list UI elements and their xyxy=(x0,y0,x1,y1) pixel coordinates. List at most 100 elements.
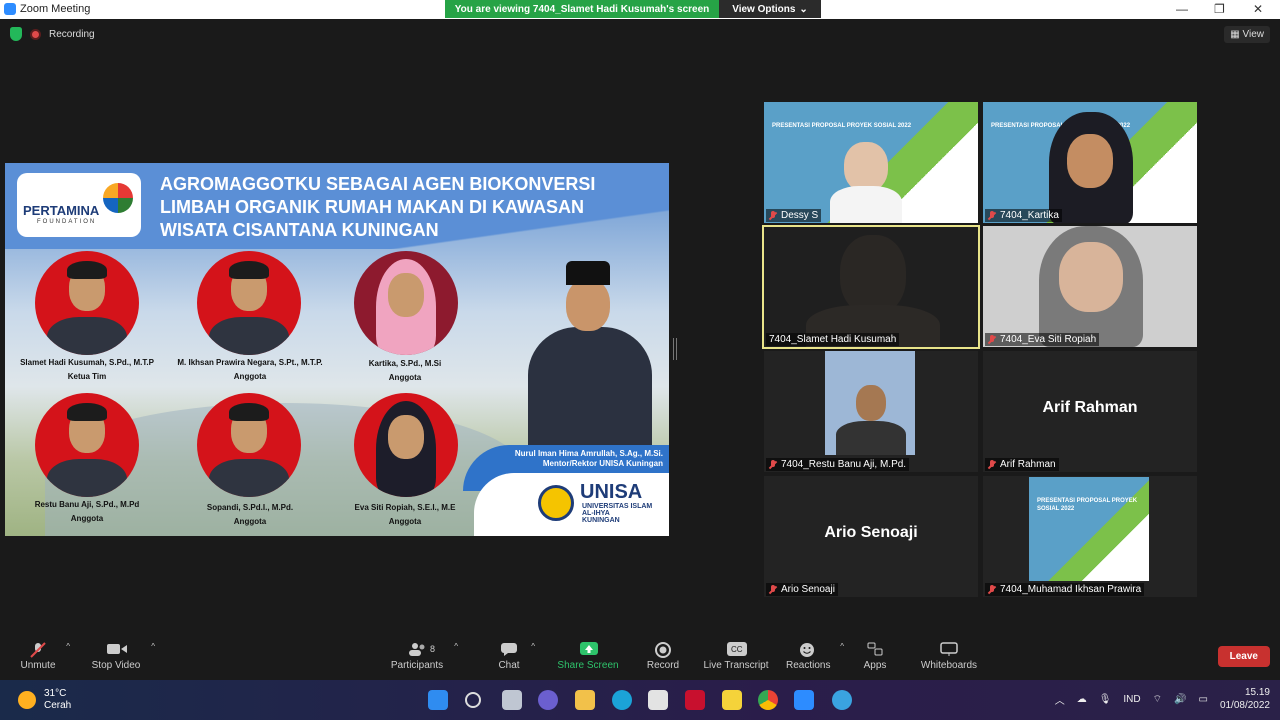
caret-up-icon[interactable]: ^ xyxy=(66,642,70,651)
record-button[interactable]: Record xyxy=(646,642,680,671)
recording-label[interactable]: Recording xyxy=(49,29,95,40)
close-button[interactable]: ✕ xyxy=(1253,2,1263,16)
stop-video-button[interactable]: Stop Video ^ xyxy=(91,642,155,671)
video-tile[interactable]: PRESENTASI PROPOSAL PROYEK SOSIAL 2022 7… xyxy=(983,476,1197,597)
video-tile[interactable]: PRESENTASI PROPOSAL PROYEK SOSIAL 2022 7… xyxy=(983,102,1197,223)
tile-name: 7404_Kartika xyxy=(985,209,1062,222)
viewing-banner: You are viewing 7404_Slamet Hadi Kusumah… xyxy=(445,0,821,18)
member-label: Slamet Hadi Kusumah, S.Pd., M.T.P Ketua T… xyxy=(20,358,154,381)
reactions-button[interactable]: Reactions ^ xyxy=(786,642,844,671)
shield-icon[interactable] xyxy=(10,27,22,41)
view-options-button[interactable]: View Options ⌄ xyxy=(719,0,821,18)
mcafee-icon[interactable] xyxy=(685,690,705,710)
video-camera-icon xyxy=(107,642,127,656)
live-transcript-button[interactable]: CC Live Transcript xyxy=(702,642,770,671)
zoom-taskbar-icon[interactable] xyxy=(794,690,814,710)
microsoft-store-icon[interactable] xyxy=(648,690,668,710)
whiteboards-button[interactable]: Whiteboards xyxy=(920,642,978,671)
caret-up-icon[interactable]: ^ xyxy=(151,642,155,651)
video-tile[interactable]: PRESENTASI PROPOSAL PROYEK SOSIAL 2022 D… xyxy=(764,102,978,223)
sun-icon xyxy=(18,691,36,709)
mentor-photo xyxy=(520,261,660,447)
member-label: Kartika, S.Pd., M.Si Anggota xyxy=(368,359,442,382)
tile-display-name: Ario Senoaji xyxy=(824,524,918,541)
unmute-button[interactable]: Unmute ^ xyxy=(20,642,70,671)
shared-screen: PERTAMINA FOUNDATION AGROMAGGOTKU SEBAGA… xyxy=(5,163,669,536)
weather-widget[interactable]: 31°C Cerah xyxy=(18,688,71,712)
weather-desc: Cerah xyxy=(44,700,72,711)
clock-time: 15.19 xyxy=(1244,687,1270,698)
video-tile[interactable]: 7404_Eva Siti Ropiah xyxy=(983,226,1197,347)
unisa-seal-icon xyxy=(538,485,574,521)
zoom-logo-icon xyxy=(4,3,16,15)
svg-text:CC: CC xyxy=(731,645,743,654)
share-screen-button[interactable]: Share Screen xyxy=(557,642,619,671)
caret-up-icon[interactable]: ^ xyxy=(840,642,844,651)
apps-button[interactable]: Apps xyxy=(862,642,888,671)
participants-button[interactable]: 8 Participants ^ xyxy=(390,642,458,671)
slide-title: AGROMAGGOTKU SEBAGAI AGEN BIOKONVERSI LI… xyxy=(160,174,596,240)
tile-name: Ario Senoaji xyxy=(766,583,838,596)
caret-up-icon[interactable]: ^ xyxy=(454,642,458,651)
logo-text: PERTAMINA xyxy=(23,203,100,218)
mentor-name: Nurul Iman Hima Amrullah, S.Ag., M.Si. xyxy=(514,449,663,458)
mic-muted-icon xyxy=(29,642,47,658)
tile-name: Arif Rahman xyxy=(985,458,1059,471)
video-tile[interactable]: 7404_Restu Banu Aji, M.Pd. xyxy=(764,351,978,472)
video-tile-active-speaker[interactable]: 7404_Slamet Hadi Kusumah xyxy=(762,225,980,349)
mic-muted-icon xyxy=(988,210,996,221)
globe-app-icon[interactable] xyxy=(832,690,852,710)
mic-muted-icon xyxy=(988,459,996,470)
chevron-down-icon: ⌄ xyxy=(799,3,808,15)
wifi-icon[interactable]: ⌔ xyxy=(1153,693,1162,706)
edge-browser-icon[interactable] xyxy=(612,690,632,710)
language-indicator[interactable]: IND xyxy=(1123,694,1140,705)
share-screen-icon xyxy=(579,642,598,656)
speaker-icon[interactable]: 🔊 xyxy=(1174,694,1186,705)
video-tile[interactable]: Arif Rahman Arif Rahman xyxy=(983,351,1197,472)
mic-muted-icon xyxy=(769,210,777,221)
tile-name: 7404_Eva Siti Ropiah xyxy=(985,333,1100,346)
search-icon[interactable] xyxy=(465,692,481,708)
caret-up-icon[interactable]: ^ xyxy=(531,642,535,651)
mic-muted-icon xyxy=(769,459,777,470)
view-label: View xyxy=(1242,29,1265,40)
chat-button[interactable]: Chat ^ xyxy=(497,642,535,671)
clock[interactable]: 15.19 01/08/2022 xyxy=(1220,686,1270,712)
cloud-icon[interactable]: ☁ xyxy=(1077,694,1087,705)
whiteboard-icon xyxy=(940,642,958,656)
emoji-icon xyxy=(799,642,817,657)
logo-subtext: FOUNDATION xyxy=(37,219,97,225)
member-label: Restu Banu Aji, S.Pd., M.Pd Anggota xyxy=(34,500,140,523)
chrome-icon[interactable] xyxy=(758,690,778,710)
task-view-icon[interactable] xyxy=(502,690,522,710)
mic-muted-icon xyxy=(988,584,996,595)
member-photo xyxy=(197,251,301,355)
viewing-label: You are viewing 7404_Slamet Hadi Kusumah… xyxy=(445,0,719,18)
battery-icon[interactable]: ▭ xyxy=(1198,694,1207,705)
apps-icon xyxy=(866,642,884,656)
maximize-button[interactable]: ❐ xyxy=(1214,2,1225,16)
file-explorer-icon[interactable] xyxy=(575,690,595,710)
split-resize-handle[interactable] xyxy=(673,338,677,360)
chat-icon xyxy=(500,642,518,656)
chevron-up-icon[interactable]: ︿ xyxy=(1055,692,1065,707)
leave-button[interactable]: Leave xyxy=(1217,646,1270,667)
tile-name: 7404_Restu Banu Aji, M.Pd. xyxy=(766,458,910,471)
unisa-subtitle: UNIVERSITAS ISLAM AL-IHYA KUNINGAN xyxy=(582,503,653,524)
windows-start-icon[interactable] xyxy=(428,690,448,710)
weather-temp: 31°C xyxy=(44,688,67,699)
member-photo xyxy=(35,393,139,497)
video-tile[interactable]: Ario Senoaji Ario Senoaji xyxy=(764,476,978,597)
microphone-icon[interactable]: 🎙 xyxy=(1099,694,1112,705)
tile-display-name: Arif Rahman xyxy=(1042,399,1138,416)
tile-name: 7404_Slamet Hadi Kusumah xyxy=(766,333,900,346)
app-title: Zoom Meeting xyxy=(4,3,90,15)
minimize-button[interactable]: — xyxy=(1176,2,1188,16)
member-photo xyxy=(354,251,458,355)
view-options-label: View Options xyxy=(732,3,796,15)
sticky-notes-icon[interactable] xyxy=(722,690,742,710)
teams-chat-icon[interactable] xyxy=(538,690,558,710)
window-title: Zoom Meeting xyxy=(20,3,91,15)
view-button[interactable]: ▦ View xyxy=(1224,26,1270,43)
